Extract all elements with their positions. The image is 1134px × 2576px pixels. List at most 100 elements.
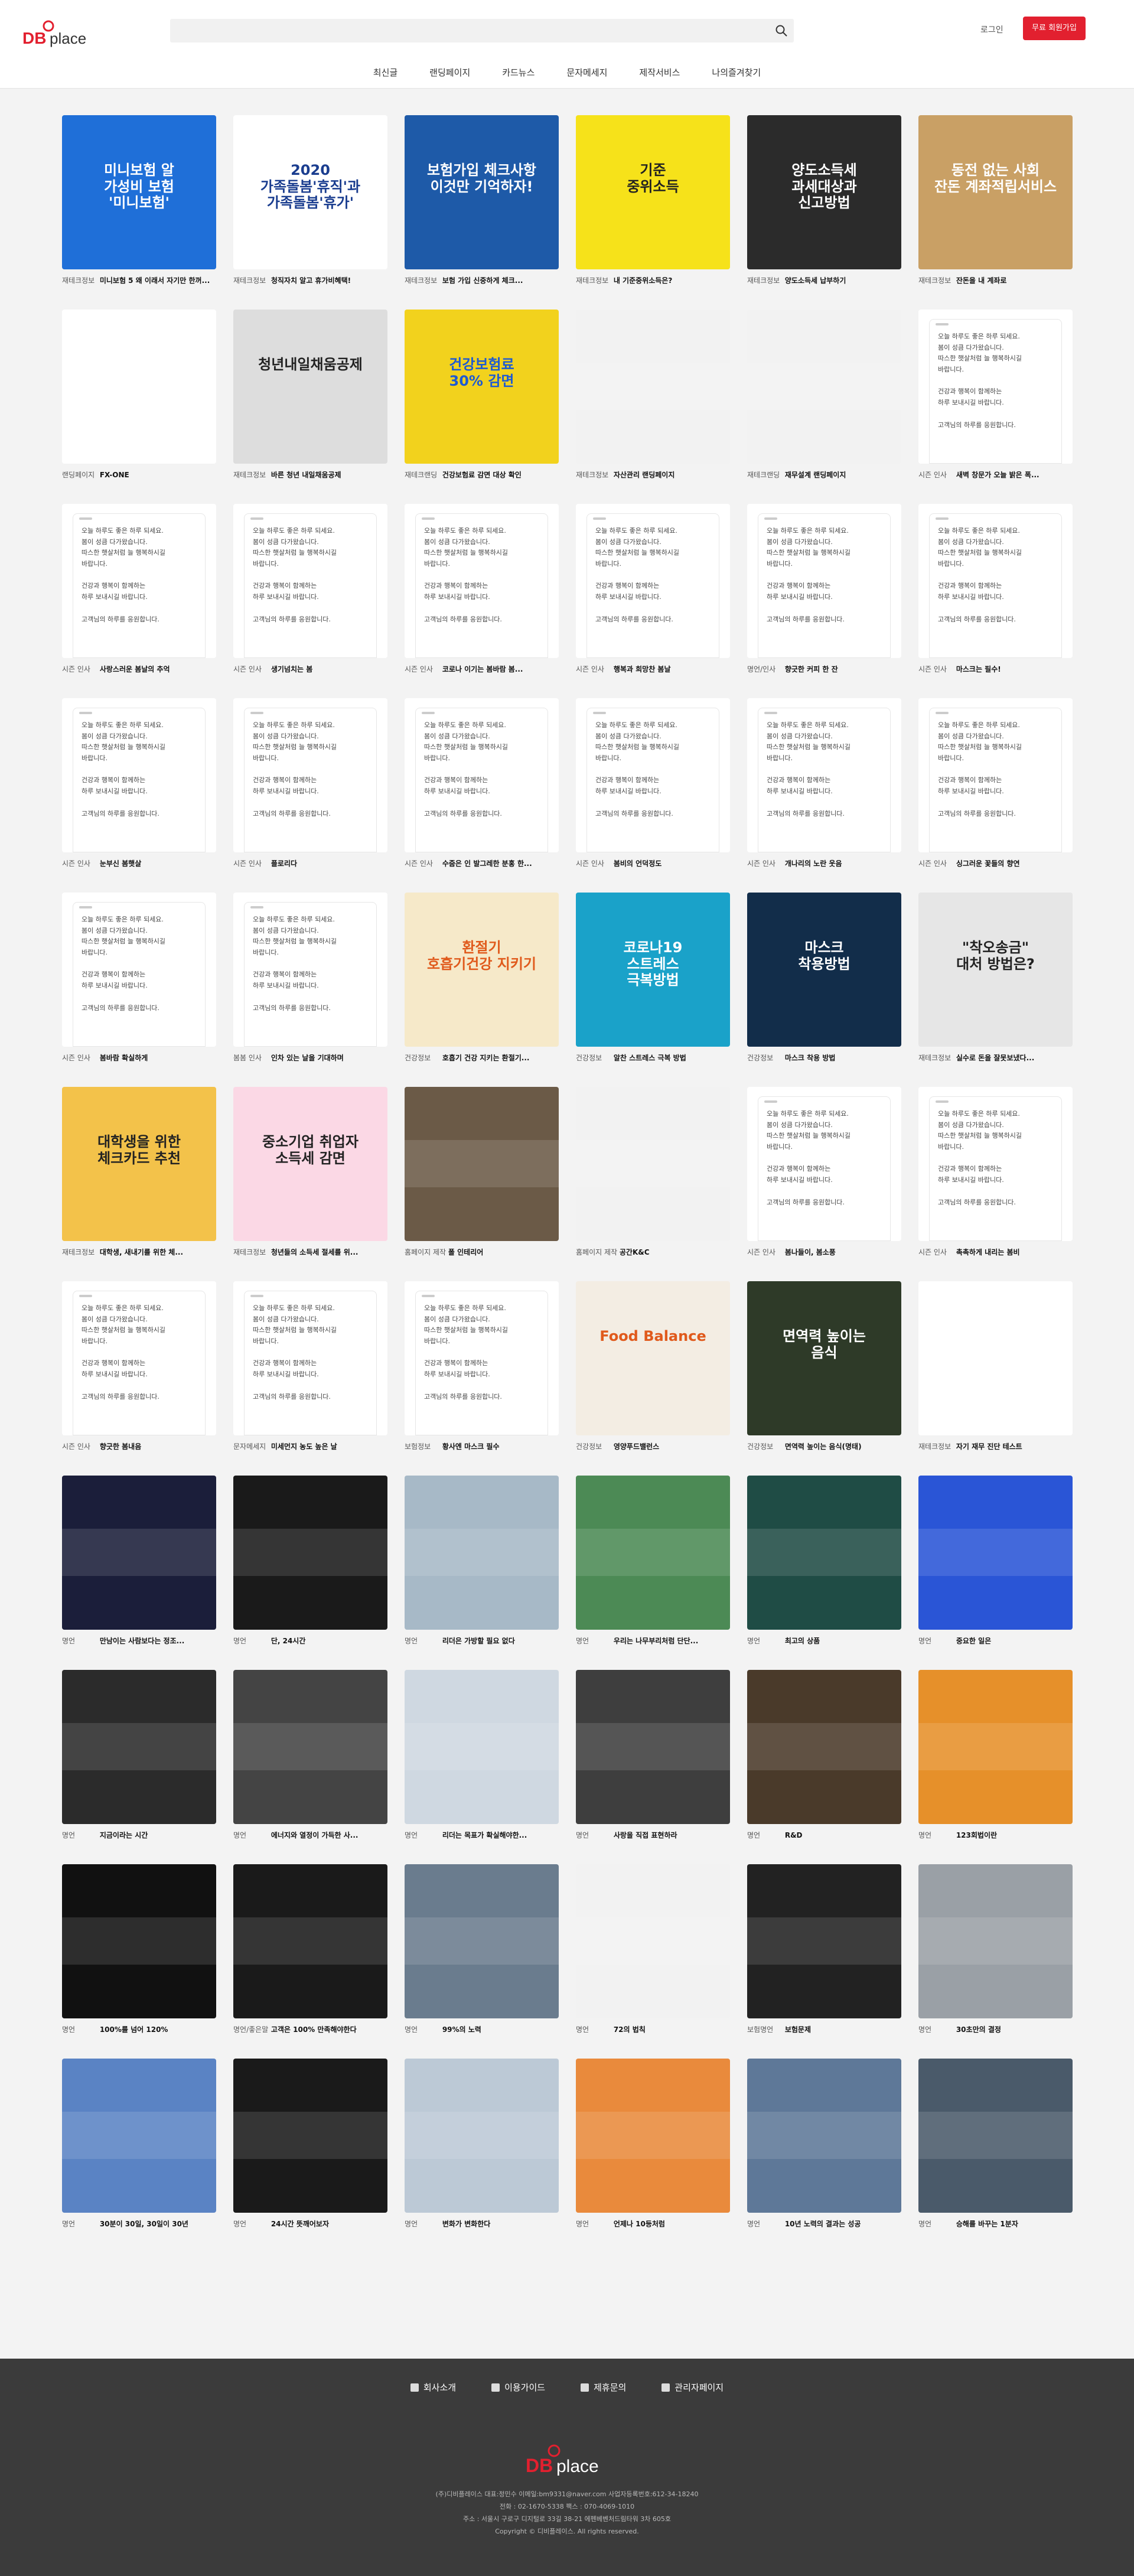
- card-thumbnail[interactable]: [576, 1864, 730, 2018]
- card-thumbnail[interactable]: [918, 1864, 1073, 2018]
- card-thumbnail[interactable]: 동전 없는 사회 잔돈 계좌적립서비스: [918, 115, 1073, 269]
- card-title[interactable]: 보험 가입 신중하게 체크...: [442, 276, 523, 285]
- content-card[interactable]: 명언 사랑을 직접 표현하라: [576, 1670, 730, 1839]
- nav-item-cardnews[interactable]: 카드뉴스: [486, 66, 550, 79]
- card-thumbnail[interactable]: [233, 1476, 387, 1630]
- content-card[interactable]: 오늘 하루도 좋은 하루 되세요. 봄이 성큼 다가왔습니다. 따스한 햇살처럼…: [62, 893, 216, 1062]
- content-card[interactable]: 2020 가족돌봄'휴직'과 가족돌봄'휴가' 재테크정보 청직자치 알고 휴가비…: [233, 115, 387, 285]
- card-thumbnail[interactable]: [405, 1476, 559, 1630]
- card-thumbnail[interactable]: [576, 1476, 730, 1630]
- card-thumbnail[interactable]: 보험가입 체크사항 이것만 기억하자!: [405, 115, 559, 269]
- content-card[interactable]: 명언 단, 24시간: [233, 1476, 387, 1645]
- card-title[interactable]: 72의 법칙: [614, 2025, 646, 2034]
- content-card[interactable]: 명언 승해를 바꾸는 1분자: [918, 2059, 1073, 2228]
- content-card[interactable]: "착오송금" 대처 방법은? 재테크정보 실수로 돈을 잘못보냈다...: [918, 893, 1073, 1062]
- card-title[interactable]: R&D: [785, 1831, 803, 1839]
- card-title[interactable]: 코로나 이기는 봄바람 봄...: [442, 665, 523, 673]
- card-title[interactable]: 향긋한 봄내음: [100, 1442, 141, 1451]
- card-title[interactable]: 에너지와 열정이 가득한 사...: [271, 1831, 359, 1839]
- content-card[interactable]: 동전 없는 사회 잔돈 계좌적립서비스 재테크정보 잔돈을 내 계좌로: [918, 115, 1073, 285]
- nav-item-latest[interactable]: 최신글: [357, 66, 413, 79]
- card-title[interactable]: 바른 청년 내일채움공제: [271, 471, 341, 479]
- content-card[interactable]: 오늘 하루도 좋은 하루 되세요. 봄이 성큼 다가왔습니다. 따스한 햇살처럼…: [918, 698, 1073, 868]
- card-thumbnail[interactable]: 미니보험 알 가성비 보험 '미니보험': [62, 115, 216, 269]
- card-thumbnail[interactable]: [62, 1476, 216, 1630]
- card-thumbnail[interactable]: [918, 1476, 1073, 1630]
- content-card[interactable]: 명언 우리는 나무부리처럼 단단...: [576, 1476, 730, 1645]
- content-card[interactable]: 재테크정보 자기 재무 진단 테스트: [918, 1281, 1073, 1451]
- content-card[interactable]: 명언 30분이 30일, 30일이 30년: [62, 2059, 216, 2228]
- card-thumbnail[interactable]: 오늘 하루도 좋은 하루 되세요. 봄이 성큼 다가왔습니다. 따스한 햇살처럼…: [405, 698, 559, 852]
- card-title[interactable]: FX-ONE: [100, 471, 129, 479]
- content-card[interactable]: 오늘 하루도 좋은 하루 되세요. 봄이 성큼 다가왔습니다. 따스한 햇살처럼…: [233, 893, 387, 1062]
- content-card[interactable]: 명언 만남이는 사람보다는 정조...: [62, 1476, 216, 1645]
- footer-link-guide[interactable]: 이용가이드: [491, 2381, 545, 2393]
- content-card[interactable]: 환절기 호흡기건강 지키기 건강정보 호흡기 건강 지키는 환절기...: [405, 893, 559, 1062]
- card-thumbnail[interactable]: 오늘 하루도 좋은 하루 되세요. 봄이 성큼 다가왔습니다. 따스한 햇살처럼…: [576, 504, 730, 658]
- card-title[interactable]: 싱그러운 꽃들의 향연: [956, 859, 1020, 868]
- content-card[interactable]: 마스크 착용방법 건강정보 마스크 착용 방법: [747, 893, 901, 1062]
- card-title[interactable]: 고객은 100% 만족해야한다: [271, 2025, 357, 2034]
- card-title[interactable]: 폴 인테리어: [448, 1248, 483, 1256]
- card-title[interactable]: 공간K&C: [620, 1248, 650, 1256]
- card-thumbnail[interactable]: 오늘 하루도 좋은 하루 되세요. 봄이 성큼 다가왔습니다. 따스한 햇살처럼…: [233, 698, 387, 852]
- content-card[interactable]: 명언 언제나 10등처럼: [576, 2059, 730, 2228]
- content-card[interactable]: Food Balance 건강정보 영양푸드밸런스: [576, 1281, 730, 1451]
- card-title[interactable]: 지금이라는 시간: [100, 1831, 148, 1839]
- content-card[interactable]: 오늘 하루도 좋은 하루 되세요. 봄이 성큼 다가왔습니다. 따스한 햇살처럼…: [918, 1087, 1073, 1256]
- content-card[interactable]: 명언 99%의 노력: [405, 1864, 559, 2034]
- search-icon[interactable]: [775, 24, 788, 37]
- card-title[interactable]: 24시간 뜻깨어보자: [271, 2220, 329, 2228]
- card-thumbnail[interactable]: 오늘 하루도 좋은 하루 되세요. 봄이 성큼 다가왔습니다. 따스한 햇살처럼…: [233, 893, 387, 1047]
- card-title[interactable]: 수줍은 인 발그레한 분홍 한...: [442, 859, 532, 868]
- card-title[interactable]: 최고의 상품: [785, 1637, 820, 1645]
- card-thumbnail[interactable]: [233, 2059, 387, 2213]
- card-title[interactable]: 행복과 희망찬 봄날: [614, 665, 671, 673]
- card-thumbnail[interactable]: 오늘 하루도 좋은 하루 되세요. 봄이 성큼 다가왔습니다. 따스한 햇살처럼…: [405, 1281, 559, 1435]
- card-thumbnail[interactable]: [405, 1670, 559, 1824]
- card-thumbnail[interactable]: 오늘 하루도 좋은 하루 되세요. 봄이 성큼 다가왔습니다. 따스한 햇살처럼…: [747, 1087, 901, 1241]
- search-input[interactable]: [170, 19, 794, 43]
- content-card[interactable]: 명언 R&D: [747, 1670, 901, 1839]
- content-card[interactable]: 명언 123회법이란: [918, 1670, 1073, 1839]
- card-title[interactable]: 보험문제: [785, 2025, 811, 2034]
- content-card[interactable]: 오늘 하루도 좋은 하루 되세요. 봄이 성큼 다가왔습니다. 따스한 햇살처럼…: [62, 504, 216, 673]
- card-title[interactable]: 사랑스러운 봄날의 추억: [100, 665, 170, 673]
- content-card[interactable]: 청년내일채움공제 재테크정보 바른 청년 내일채움공제: [233, 310, 387, 479]
- card-title[interactable]: 10년 노력의 결과는 성공: [785, 2220, 861, 2228]
- card-thumbnail[interactable]: 환절기 호흡기건강 지키기: [405, 893, 559, 1047]
- content-card[interactable]: 재테크정보 자산관리 랜딩페이지: [576, 310, 730, 479]
- content-card[interactable]: 오늘 하루도 좋은 하루 되세요. 봄이 성큼 다가왔습니다. 따스한 햇살처럼…: [233, 698, 387, 868]
- card-title[interactable]: 내 기준중위소득은?: [614, 276, 672, 285]
- card-title[interactable]: 향긋한 커피 한 잔: [785, 665, 838, 673]
- card-thumbnail[interactable]: [747, 1864, 901, 2018]
- card-thumbnail[interactable]: [576, 1670, 730, 1824]
- card-title[interactable]: 사랑을 직접 표현하라: [614, 1831, 677, 1839]
- card-thumbnail[interactable]: 오늘 하루도 좋은 하루 되세요. 봄이 성큼 다가왔습니다. 따스한 햇살처럼…: [62, 698, 216, 852]
- card-thumbnail[interactable]: [62, 310, 216, 464]
- content-card[interactable]: 명언 100%를 넘어 120%: [62, 1864, 216, 2034]
- card-title[interactable]: 건강보험료 감면 대상 확인: [442, 471, 522, 479]
- card-title[interactable]: 123회법이란: [956, 1831, 997, 1839]
- content-card[interactable]: 오늘 하루도 좋은 하루 되세요. 봄이 성큼 다가왔습니다. 따스한 햇살처럼…: [233, 1281, 387, 1451]
- card-thumbnail[interactable]: 오늘 하루도 좋은 하루 되세요. 봄이 성큼 다가왔습니다. 따스한 햇살처럼…: [747, 698, 901, 852]
- card-thumbnail[interactable]: 청년내일채움공제: [233, 310, 387, 464]
- card-title[interactable]: 미니보험 5 왜 이래서 자기만 한꺼...: [100, 276, 210, 285]
- content-card[interactable]: 명언 24시간 뜻깨어보자: [233, 2059, 387, 2228]
- content-card[interactable]: 오늘 하루도 좋은 하루 되세요. 봄이 성큼 다가왔습니다. 따스한 햇살처럼…: [747, 698, 901, 868]
- content-card[interactable]: 명언 중요한 일은: [918, 1476, 1073, 1645]
- card-thumbnail[interactable]: 오늘 하루도 좋은 하루 되세요. 봄이 성큼 다가왔습니다. 따스한 햇살처럼…: [233, 504, 387, 658]
- content-card[interactable]: 중소기업 취업자 소득세 감면 재테크정보 청년들의 소득세 절세를 위...: [233, 1087, 387, 1256]
- card-thumbnail[interactable]: 오늘 하루도 좋은 하루 되세요. 봄이 성큼 다가왔습니다. 따스한 햇살처럼…: [405, 504, 559, 658]
- card-title[interactable]: 생기넘치는 봄: [271, 665, 312, 673]
- card-title[interactable]: 봄비의 언덕정도: [614, 859, 662, 868]
- content-card[interactable]: 오늘 하루도 좋은 하루 되세요. 봄이 성큼 다가왔습니다. 따스한 햇살처럼…: [747, 1087, 901, 1256]
- card-title[interactable]: 대학생, 새내기를 위한 체...: [100, 1248, 183, 1256]
- card-thumbnail[interactable]: [918, 1281, 1073, 1435]
- card-thumbnail[interactable]: 오늘 하루도 좋은 하루 되세요. 봄이 성큼 다가왔습니다. 따스한 햇살처럼…: [918, 310, 1073, 464]
- content-card[interactable]: 면역력 높이는 음식 건강정보 면역력 높이는 음식(명태): [747, 1281, 901, 1451]
- join-button[interactable]: 무료 회원가입: [1023, 17, 1086, 40]
- card-title[interactable]: 실수로 돈을 잘못보냈다...: [956, 1054, 1034, 1062]
- card-thumbnail[interactable]: 오늘 하루도 좋은 하루 되세요. 봄이 성큼 다가왔습니다. 따스한 햇살처럼…: [747, 504, 901, 658]
- card-title[interactable]: 단, 24시간: [271, 1637, 306, 1645]
